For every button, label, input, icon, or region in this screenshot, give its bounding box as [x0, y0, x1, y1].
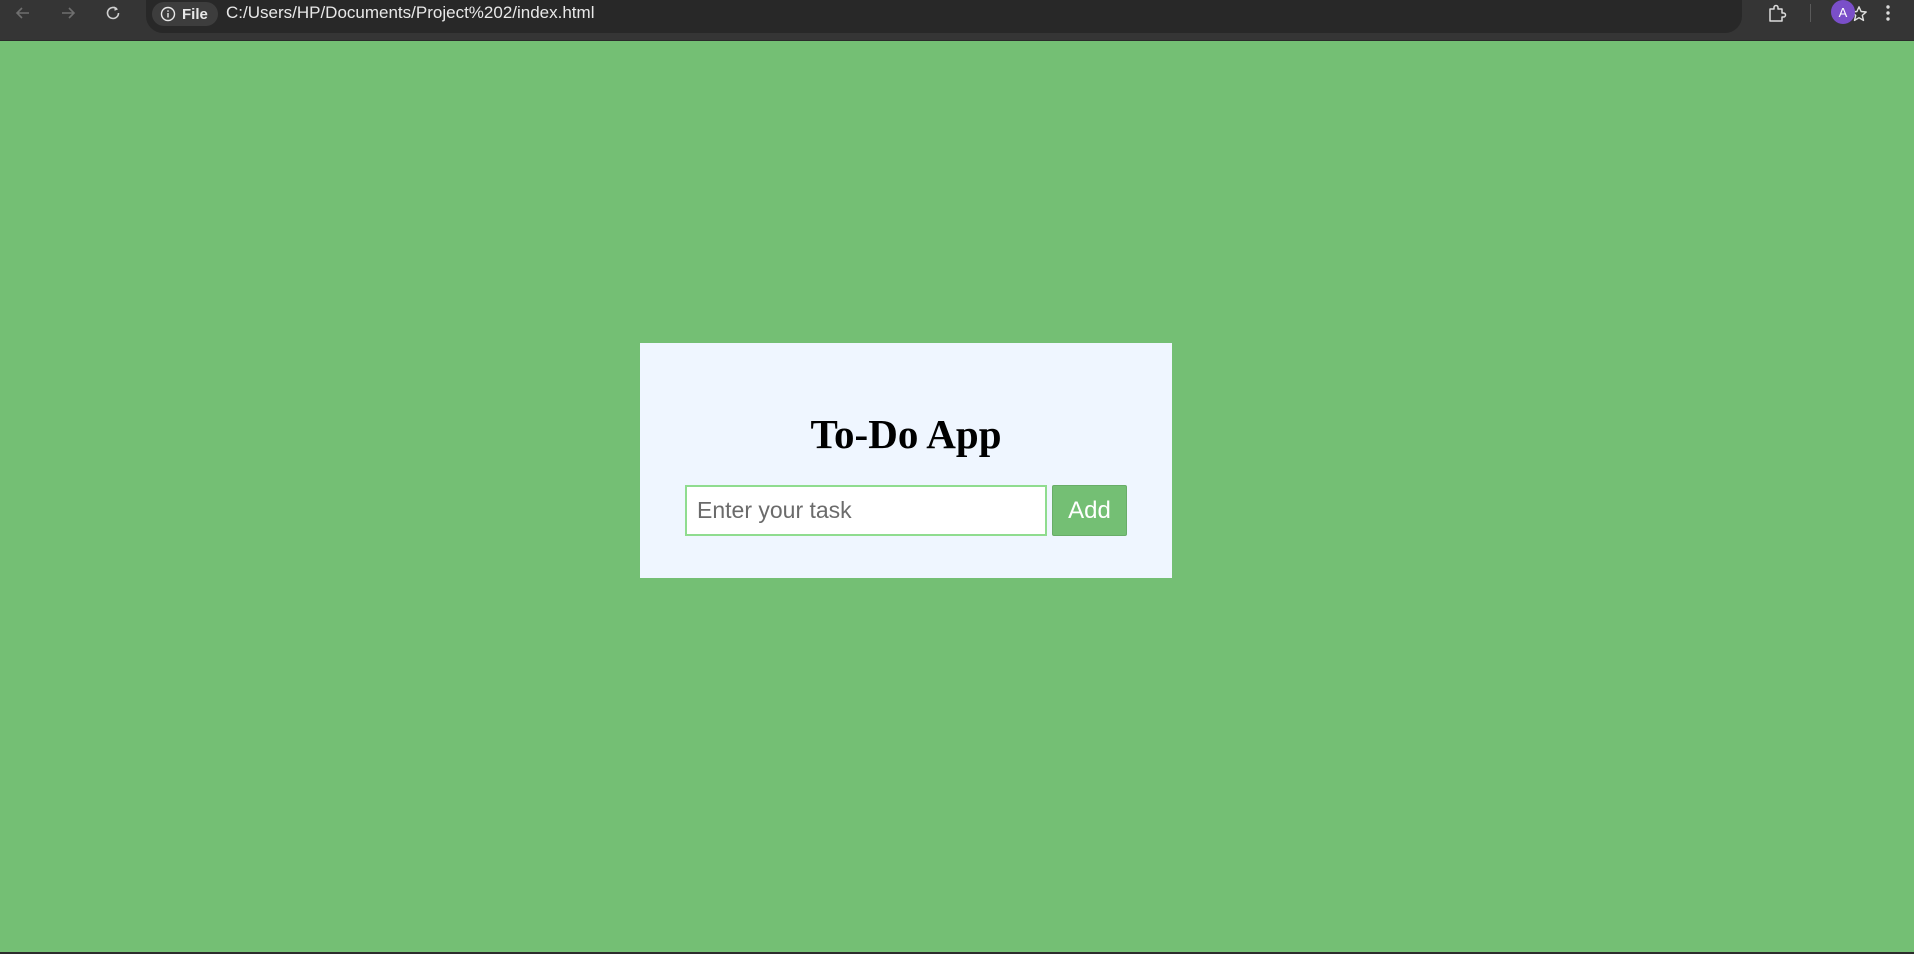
info-icon	[160, 6, 176, 22]
arrow-left-icon	[15, 7, 29, 19]
toolbar-divider	[1810, 4, 1811, 22]
extensions-button[interactable]	[1764, 0, 1790, 26]
app-title: To-Do App	[810, 411, 1002, 457]
site-info-chip[interactable]: File	[152, 2, 218, 26]
kebab-menu-icon	[1886, 5, 1890, 21]
site-chip-label: File	[182, 5, 208, 23]
reload-icon	[106, 6, 120, 20]
reload-button[interactable]	[98, 0, 128, 26]
arrow-right-icon	[62, 7, 76, 19]
puzzle-icon	[1769, 4, 1787, 22]
forward-button[interactable]	[53, 0, 83, 26]
url-text[interactable]: C:/Users/HP/Documents/Project%202/index.…	[226, 3, 594, 23]
todo-card: To-Do App Add	[640, 343, 1172, 578]
browser-toolbar: File C:/Users/HP/Documents/Project%202/i…	[0, 0, 1914, 41]
profile-avatar[interactable]: A	[1831, 0, 1855, 24]
add-task-button[interactable]: Add	[1052, 485, 1127, 536]
address-bar[interactable]: File C:/Users/HP/Documents/Project%202/i…	[146, 0, 1867, 33]
back-button[interactable]	[8, 0, 38, 26]
task-input[interactable]	[685, 485, 1047, 536]
browser-menu-button[interactable]	[1878, 0, 1898, 26]
